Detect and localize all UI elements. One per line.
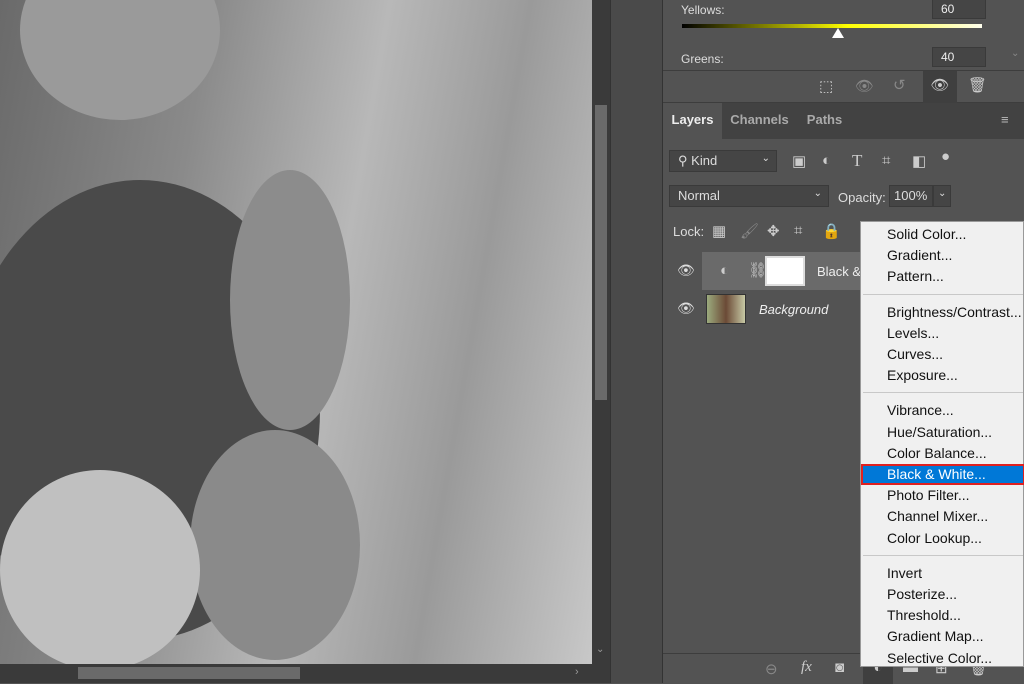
- blend-mode-value: Normal: [678, 188, 720, 203]
- lock-position-icon[interactable]: ✥: [767, 222, 780, 240]
- menu-item-levels[interactable]: Levels...: [861, 323, 1024, 344]
- menu-item-gradient-map[interactable]: Gradient Map...: [861, 626, 1024, 647]
- lock-transparent-pixels-icon[interactable]: ▦: [712, 222, 726, 240]
- visibility-eye-icon[interactable]: 👁: [677, 300, 695, 317]
- menu-item-black-white[interactable]: Black & White...: [861, 464, 1024, 485]
- photo-region: [0, 470, 200, 664]
- greens-label: Greens:: [681, 52, 724, 66]
- toggle-visibility-icon[interactable]: 👁: [923, 71, 957, 103]
- tab-paths[interactable]: Paths: [797, 103, 852, 139]
- document-canvas[interactable]: [0, 0, 592, 664]
- yellows-slider-thumb[interactable]: [832, 28, 844, 38]
- horizontal-scroll-thumb[interactable]: [78, 667, 300, 679]
- menu-separator: [863, 554, 1023, 556]
- reset-icon[interactable]: ↺: [893, 76, 906, 94]
- menu-separator: [863, 293, 1023, 295]
- scroll-down-icon[interactable]: ⌄: [1011, 48, 1019, 59]
- photo-region: [20, 0, 220, 120]
- kind-label: Kind: [691, 153, 718, 168]
- shape-layer-filter-icon[interactable]: ⌗: [882, 152, 890, 169]
- fx-icon[interactable]: fx: [801, 659, 812, 676]
- add-mask-icon[interactable]: ◙: [835, 659, 844, 676]
- menu-separator: [863, 392, 1023, 394]
- properties-toolbar: ⬚ 👁 ↺ 👁 🗑: [663, 70, 1024, 103]
- link-layers-icon[interactable]: ⊖: [765, 660, 778, 678]
- menu-item-solid-color[interactable]: Solid Color...: [861, 224, 1024, 245]
- tab-layers[interactable]: Layers: [663, 103, 722, 139]
- lock-label: Lock:: [673, 224, 705, 239]
- lock-all-icon[interactable]: 🔒: [822, 222, 841, 240]
- yellows-label: Yellows:: [681, 3, 725, 17]
- delete-adjustment-icon[interactable]: 🗑: [968, 76, 987, 94]
- menu-item-channel-mixer[interactable]: Channel Mixer...: [861, 506, 1024, 527]
- panel-dock-gap: [610, 0, 663, 683]
- chevron-down-icon: ⌄: [761, 153, 770, 164]
- menu-item-exposure[interactable]: Exposure...: [861, 365, 1024, 386]
- greens-input[interactable]: 40: [932, 47, 986, 67]
- menu-item-vibrance[interactable]: Vibrance...: [861, 400, 1024, 421]
- opacity-dropdown[interactable]: ⌄: [933, 185, 951, 207]
- menu-item-pattern[interactable]: Pattern...: [861, 266, 1024, 287]
- yellows-input[interactable]: 60: [932, 0, 986, 19]
- opacity-label: Opacity:: [838, 190, 886, 205]
- layer-mask-thumbnail[interactable]: [765, 256, 805, 286]
- menu-item-hue-saturation[interactable]: Hue/Saturation...: [861, 422, 1024, 443]
- opacity-input[interactable]: 100%: [889, 185, 933, 207]
- menu-item-brightness-contrast[interactable]: Brightness/Contrast...: [861, 302, 1024, 323]
- chevron-down-icon: ⌄: [813, 188, 822, 199]
- menu-item-threshold[interactable]: Threshold...: [861, 605, 1024, 626]
- lock-image-pixels-icon[interactable]: 🖌: [740, 222, 759, 240]
- photo-region: [230, 170, 350, 430]
- menu-item-selective-color[interactable]: Selective Color...: [861, 648, 1024, 669]
- type-layer-filter-icon[interactable]: T: [852, 151, 862, 171]
- layer-name[interactable]: Black &: [817, 264, 861, 279]
- adjustment-layer-icon: ◐: [720, 262, 730, 279]
- menu-item-posterize[interactable]: Posterize...: [861, 584, 1024, 605]
- blend-mode-select[interactable]: Normal ⌄: [669, 185, 829, 207]
- adjustment-layer-filter-icon[interactable]: ◐: [822, 152, 831, 169]
- scroll-right-icon[interactable]: ›: [575, 666, 579, 678]
- visibility-eye-icon[interactable]: 👁: [677, 262, 695, 279]
- panel-menu-icon[interactable]: ≡: [1001, 112, 1009, 127]
- tab-channels[interactable]: Channels: [722, 103, 797, 139]
- filter-kind-select[interactable]: ⚲ Kind ⌄: [669, 150, 777, 172]
- layers-panel-tabs: Layers Channels Paths ≡: [663, 103, 1024, 139]
- menu-item-curves[interactable]: Curves...: [861, 344, 1024, 365]
- menu-item-photo-filter[interactable]: Photo Filter...: [861, 485, 1024, 506]
- menu-item-invert[interactable]: Invert: [861, 563, 1024, 584]
- menu-item-color-balance[interactable]: Color Balance...: [861, 443, 1024, 464]
- view-previous-state-icon[interactable]: 👁: [855, 77, 874, 95]
- layer-name[interactable]: Background: [759, 302, 828, 317]
- lock-artboard-icon[interactable]: ⌗: [794, 222, 802, 239]
- scroll-down-icon[interactable]: ⌄: [596, 644, 604, 655]
- adjustment-layer-menu: Solid Color... Gradient... Pattern... Brigh…: [860, 221, 1024, 667]
- menu-item-gradient[interactable]: Gradient...: [861, 245, 1024, 266]
- layer-thumbnail: [706, 294, 746, 324]
- menu-item-color-lookup[interactable]: Color Lookup...: [861, 528, 1024, 549]
- pixel-layer-filter-icon[interactable]: ▣: [792, 152, 806, 170]
- smart-object-filter-icon[interactable]: ◧: [912, 152, 926, 170]
- filter-toggle-icon[interactable]: ●: [941, 148, 950, 165]
- photo-region: [190, 430, 360, 660]
- vertical-scroll-thumb[interactable]: [595, 105, 607, 400]
- search-icon: ⚲: [678, 153, 688, 168]
- clip-to-layer-icon[interactable]: ⬚: [819, 77, 833, 95]
